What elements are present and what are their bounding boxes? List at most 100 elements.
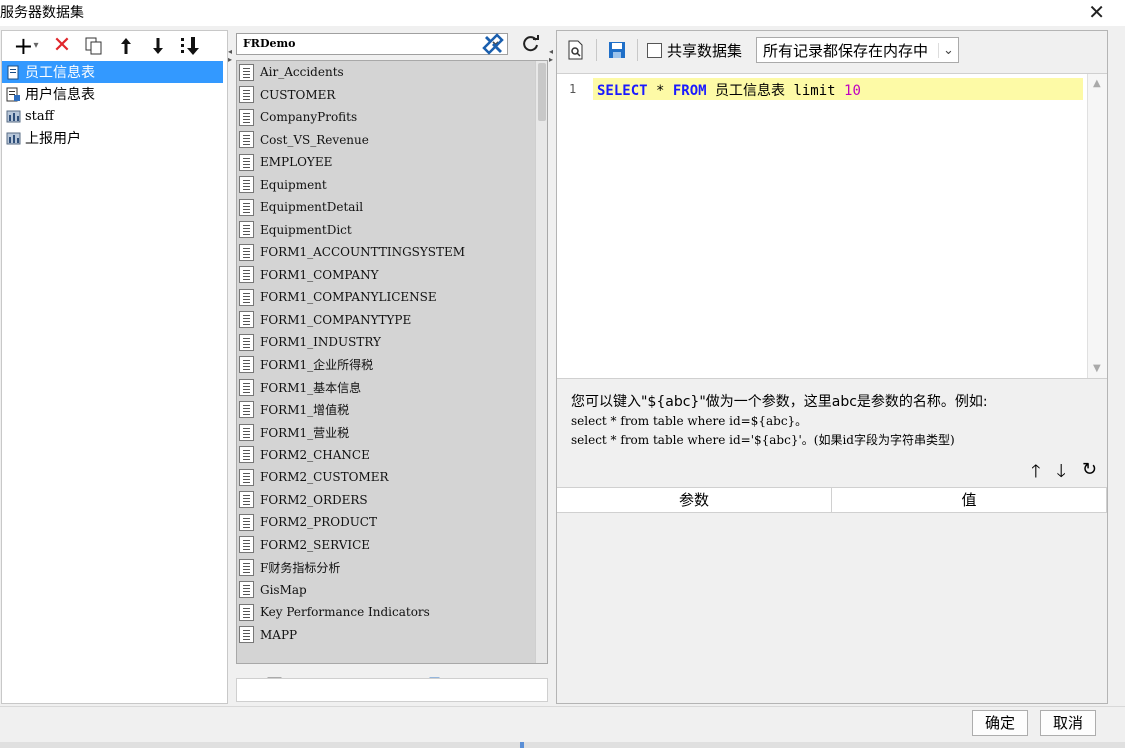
table-item[interactable]: FORM1_COMPANYLICENSE	[237, 286, 547, 309]
table-item[interactable]: FORM1_基本信息	[237, 376, 547, 399]
table-icon	[239, 356, 254, 374]
table-item[interactable]: FORM1_COMPANYTYPE	[237, 309, 547, 332]
table-icon	[239, 311, 254, 329]
arrow-down-icon	[153, 38, 163, 54]
table-item[interactable]: Cost_VS_Revenue	[237, 129, 547, 152]
add-dataset-button[interactable]: + ▾	[10, 34, 42, 58]
table-name: Equipment	[260, 177, 327, 192]
scroll-up-icon[interactable]: ▲	[1093, 78, 1101, 89]
table-item[interactable]: FORM2_SERVICE	[237, 534, 547, 557]
connection-value: FRDemo	[243, 37, 296, 50]
editor-scrollbar[interactable]: ▲ ▼	[1087, 74, 1107, 378]
table-item[interactable]: FORM1_COMPANY	[237, 264, 547, 287]
arrow-up-icon	[121, 38, 131, 54]
share-checkbox[interactable]	[647, 42, 662, 58]
parameter-table-header: 参数 值	[557, 487, 1107, 513]
refresh-connection-button[interactable]	[518, 32, 544, 56]
close-icon[interactable]: ✕	[1088, 0, 1105, 24]
sql-keyword: SELECT	[597, 83, 648, 99]
refresh-params-icon[interactable]: ↻	[1082, 459, 1097, 489]
table-icon	[239, 86, 254, 104]
table-name: FORM2_PRODUCT	[260, 515, 377, 530]
connection-settings-button[interactable]	[480, 32, 506, 56]
table-item[interactable]: F财务指标分析	[237, 556, 547, 579]
preview-button[interactable]	[565, 39, 587, 61]
plus-icon: +	[13, 32, 34, 60]
share-dataset-option[interactable]: 共享数据集	[647, 40, 742, 61]
sql-code-line[interactable]: SELECT * FROM 员工信息表 limit 10	[593, 78, 1083, 100]
move-down-button[interactable]	[146, 34, 170, 58]
connection-select[interactable]: FRDemo ⌄	[236, 33, 508, 55]
table-item[interactable]: FORM1_INDUSTRY	[237, 331, 547, 354]
dataset-item[interactable]: 员工信息表	[2, 61, 223, 83]
table-item[interactable]: EquipmentDetail	[237, 196, 547, 219]
memory-mode-select[interactable]: 所有记录都保存在内存中 ⌄	[756, 37, 959, 63]
scroll-down-icon[interactable]: ▼	[1093, 363, 1101, 374]
sql-number: 10	[844, 83, 861, 99]
dropdown-arrow-icon: ▾	[33, 40, 39, 51]
copy-dataset-button[interactable]	[82, 34, 106, 58]
save-button[interactable]	[606, 39, 628, 61]
table-item[interactable]: FORM1_增值税	[237, 399, 547, 422]
table-item[interactable]: Equipment	[237, 174, 547, 197]
table-name: FORM2_CHANCE	[260, 447, 370, 462]
dataset-item[interactable]: 上报用户	[2, 127, 227, 149]
delete-dataset-button[interactable]: ✕	[50, 34, 74, 58]
table-item[interactable]: FORM1_企业所得税	[237, 354, 547, 377]
window-title: 服务器数据集	[0, 5, 84, 21]
param-up-icon[interactable]: 🡑	[1031, 459, 1040, 489]
table-name: FORM1_COMPANYLICENSE	[260, 290, 437, 305]
table-item[interactable]: FORM2_CHANCE	[237, 444, 547, 467]
memory-mode-value: 所有记录都保存在内存中	[763, 41, 929, 60]
parameter-toolbar: 🡑 🡓 ↻	[1031, 459, 1097, 489]
middle-splitter[interactable]: ◂ ▸	[549, 30, 555, 704]
move-up-button[interactable]	[114, 34, 138, 58]
table-item[interactable]: FORM2_PRODUCT	[237, 511, 547, 534]
sql-toolbar: 共享数据集 所有记录都保存在内存中 ⌄	[557, 31, 1107, 69]
ok-button[interactable]: 确定	[972, 710, 1028, 736]
parameter-table[interactable]: 参数 值	[557, 487, 1107, 703]
table-icon	[239, 626, 254, 644]
table-item[interactable]: FORM1_ACCOUNTTINGSYSTEM	[237, 241, 547, 264]
chevron-down-icon: ⌄	[938, 42, 958, 58]
table-item[interactable]: Key Performance Indicators	[237, 601, 547, 624]
table-name: FORM1_企业所得税	[260, 358, 374, 373]
cancel-button[interactable]: 取消	[1040, 710, 1096, 736]
table-name: GisMap	[260, 582, 307, 597]
table-list[interactable]: Air_Accidents CUSTOMER CompanyProfits Cost_…	[236, 60, 548, 664]
scrollbar-thumb[interactable]	[538, 63, 546, 121]
table-icon	[239, 221, 254, 239]
sort-button[interactable]	[178, 34, 202, 58]
table-item[interactable]: EMPLOYEE	[237, 151, 547, 174]
table-icon	[239, 266, 254, 284]
hint-example: select * from table where id='${abc}'。(如…	[571, 433, 955, 447]
table-item[interactable]: CUSTOMER	[237, 84, 547, 107]
param-down-icon[interactable]: 🡓	[1057, 459, 1066, 489]
table-search-field[interactable]	[236, 678, 548, 702]
line-number: 1	[569, 82, 577, 96]
table-name: FORM1_营业税	[260, 425, 350, 440]
dataset-item[interactable]: staff	[2, 105, 227, 127]
table-item[interactable]: FORM2_CUSTOMER	[237, 466, 547, 489]
connection-row: FRDemo ⌄	[234, 30, 548, 58]
table-name: Key Performance Indicators	[260, 605, 430, 620]
table-item[interactable]: FORM2_ORDERS	[237, 489, 547, 512]
table-item[interactable]: GisMap	[237, 579, 547, 602]
table-item[interactable]: CompanyProfits	[237, 106, 547, 129]
tools-icon	[482, 33, 504, 55]
table-item[interactable]: Air_Accidents	[237, 61, 547, 84]
table-item[interactable]: EquipmentDict	[237, 219, 547, 242]
sql-editor[interactable]: 1 SELECT * FROM 员工信息表 limit 10 ▲ ▼	[557, 73, 1107, 379]
table-icon	[239, 513, 254, 531]
table-item[interactable]: MAPP	[237, 624, 547, 647]
taskbar-strip	[0, 742, 1125, 748]
table-name: F财务指标分析	[260, 560, 341, 575]
dataset-item[interactable]: 用户信息表	[2, 83, 227, 105]
table-list-scrollbar[interactable]	[535, 61, 547, 663]
hint-example: select * from table where id=${abc}。	[571, 414, 808, 428]
table-icon	[239, 176, 254, 194]
collapse-arrows-icon: ◂ ▸	[228, 47, 233, 64]
line-number-gutter: 1	[557, 74, 593, 378]
table-item[interactable]: FORM1_营业税	[237, 421, 547, 444]
table-name: FORM1_基本信息	[260, 380, 362, 395]
